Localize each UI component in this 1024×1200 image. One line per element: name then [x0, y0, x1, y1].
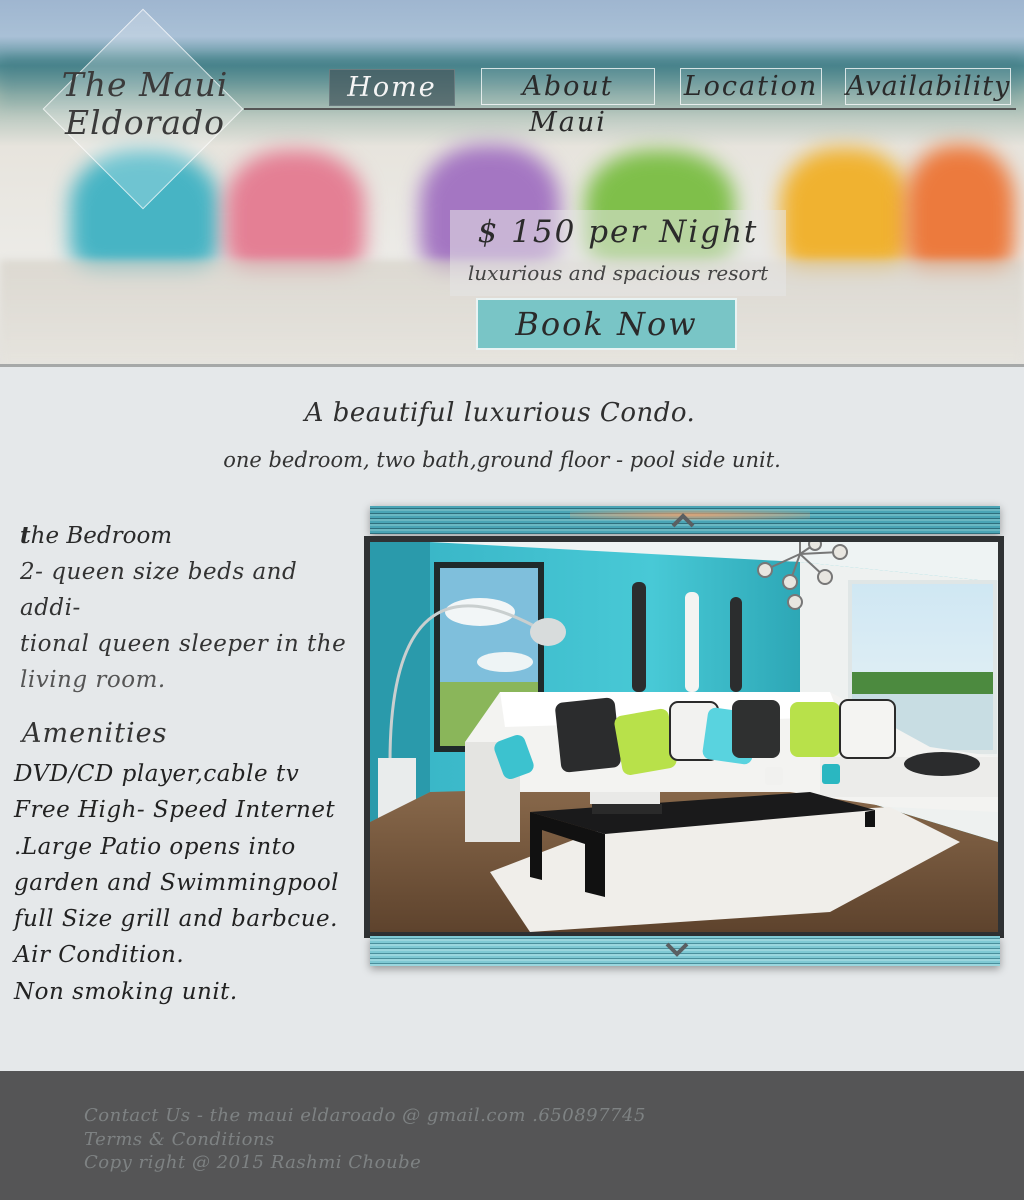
- nav-rule: [244, 108, 1016, 110]
- chevron-down-icon[interactable]: [664, 940, 690, 960]
- bedroom-line: 2- queen size beds and addi-: [20, 559, 298, 621]
- amenity-item: Free High- Speed Internet: [14, 797, 336, 824]
- beach-chair-pink: [225, 150, 365, 270]
- amenities-title: Amenities: [22, 718, 168, 749]
- footer-copyright: Copy right @ 2015 Rashmi Choube: [84, 1152, 422, 1173]
- footer-text: Contact Us - the maui eldaroado @ gmail.…: [84, 1104, 784, 1175]
- bedroom-title-initial: t: [20, 522, 31, 549]
- vase-black: [632, 582, 646, 692]
- vase-white: [685, 592, 699, 692]
- amenity-item: garden and Swimmingpool: [14, 869, 340, 896]
- cushion-black: [555, 697, 621, 773]
- beach-chair-orange: [905, 145, 1015, 270]
- living-room-illustration: [370, 542, 998, 932]
- slider-bottom-strip: [370, 936, 1000, 966]
- lamp-shade: [530, 618, 566, 646]
- living-room-photo[interactable]: [370, 542, 998, 932]
- amenities-list: DVD/CD player,cable tv Free High- Speed …: [14, 756, 354, 1010]
- tagline: luxurious and spacious resort: [467, 261, 769, 285]
- book-now-button[interactable]: Book Now: [476, 298, 737, 350]
- cushion-black: [732, 700, 780, 758]
- bedroom-title: the Bedroom: [20, 518, 354, 554]
- cushion-pattern: [839, 699, 896, 759]
- price-text: $ 150 per Night: [477, 214, 759, 250]
- nav-location[interactable]: Location: [680, 68, 822, 105]
- cushion-lime: [790, 702, 840, 757]
- nav-about-maui[interactable]: About Maui: [481, 68, 655, 138]
- bedroom-title-rest: he Bedroom: [30, 523, 173, 549]
- beach-chair-yellow: [780, 148, 910, 268]
- bedroom-line: living room.: [20, 667, 166, 693]
- footer-contact[interactable]: Contact Us - the maui eldaroado @ gmail.…: [84, 1104, 784, 1128]
- nav-home[interactable]: Home: [329, 69, 455, 106]
- logo[interactable]: The Maui Eldorado: [60, 66, 230, 142]
- painting-cloud: [477, 652, 533, 672]
- window-trees: [852, 672, 993, 694]
- amenity-item: DVD/CD player,cable tv: [14, 761, 300, 787]
- footer-terms[interactable]: Terms & Conditions: [84, 1128, 784, 1152]
- page-subhead: one bedroom, two bath,ground floor - poo…: [223, 448, 781, 472]
- vase-black: [730, 597, 742, 692]
- chevron-up-icon[interactable]: [670, 510, 696, 530]
- amenity-item: Air Condition.: [14, 942, 185, 969]
- nav-availability[interactable]: Availability: [845, 68, 1011, 105]
- amenity-item: .Large Patio opens into: [14, 833, 296, 860]
- amenity-item: full Size grill and barbcue.: [14, 906, 338, 933]
- photo-frame: [364, 536, 1004, 938]
- hero-divider: [0, 364, 1024, 367]
- page-headline: A beautiful luxurious Condo.: [304, 398, 696, 428]
- cushion-lime: [614, 708, 677, 775]
- details-column: the Bedroom 2- queen size beds and addi-…: [14, 518, 354, 1010]
- amenity-item: Non smoking unit.: [14, 978, 238, 1005]
- cushion-black: [904, 752, 980, 776]
- bedroom-line: tional queen sleeper in the: [20, 631, 347, 657]
- logo-line-1: The Maui: [61, 65, 229, 104]
- logo-line-2: Eldorado: [64, 103, 226, 142]
- slider-top-strip: [370, 506, 1000, 534]
